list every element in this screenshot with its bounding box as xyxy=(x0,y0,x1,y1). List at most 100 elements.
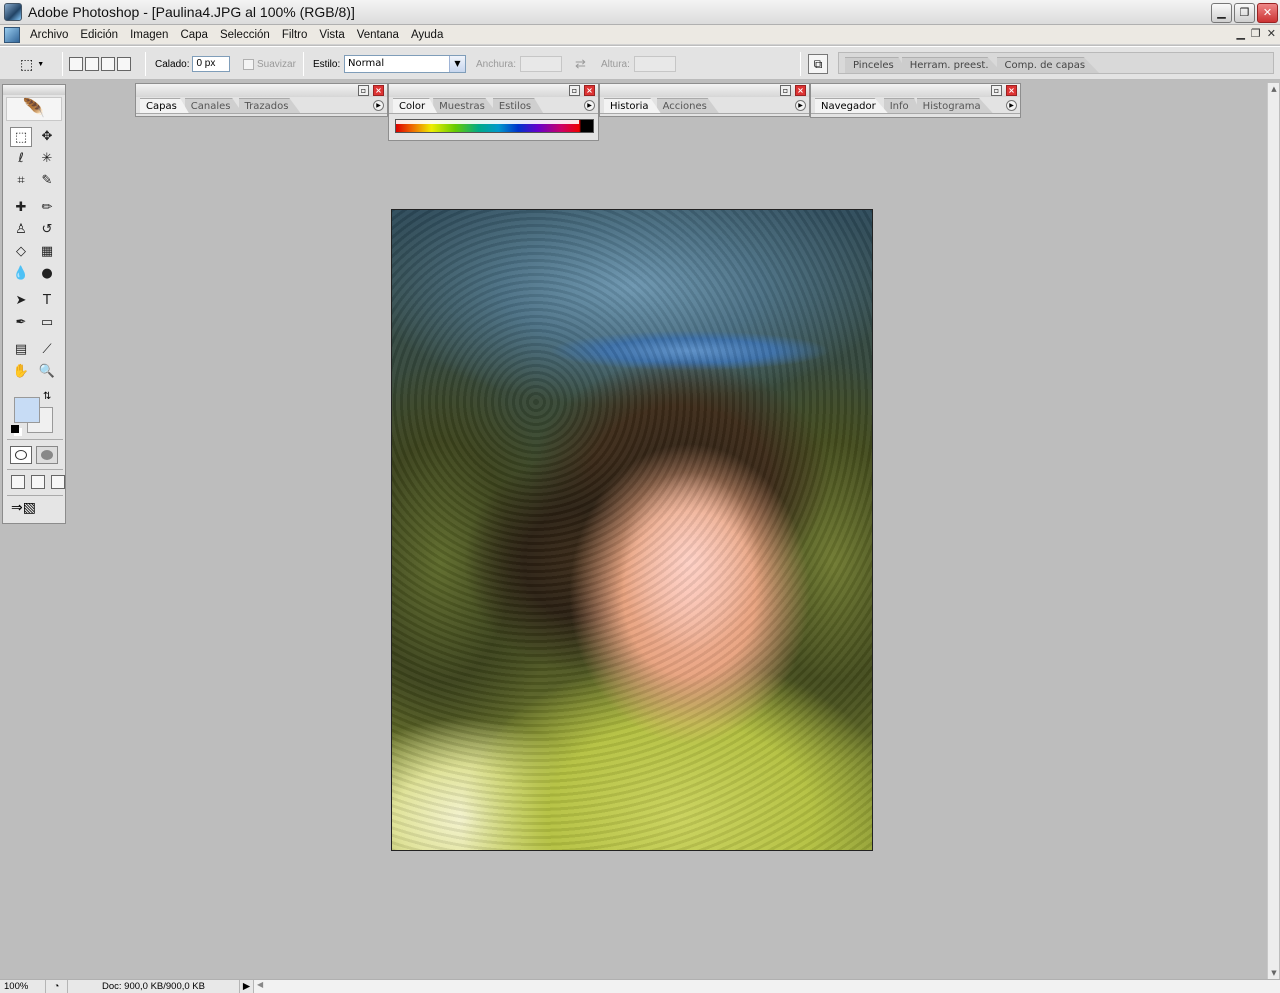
palette-header[interactable]: ▫ × xyxy=(389,84,598,97)
clone-stamp-tool-icon[interactable]: ♙ xyxy=(10,220,32,240)
close-button[interactable]: ✕ xyxy=(1257,3,1278,23)
tab-acciones[interactable]: Acciones xyxy=(656,98,719,113)
standard-screen-icon[interactable] xyxy=(11,475,25,489)
tab-navegador[interactable]: Navegador xyxy=(815,98,888,113)
document-canvas-image[interactable] xyxy=(391,209,873,851)
palette-close-icon[interactable]: × xyxy=(584,85,595,96)
subtract-selection-icon[interactable] xyxy=(101,57,115,71)
pen-tool-icon[interactable]: ✒ xyxy=(10,313,32,333)
scroll-left-icon[interactable]: ◀ xyxy=(257,980,263,989)
crop-tool-icon[interactable]: ⌗ xyxy=(10,171,32,191)
photoshop-app-icon[interactable] xyxy=(4,3,22,21)
quick-mask-icon[interactable] xyxy=(36,446,58,464)
toolbox-header[interactable] xyxy=(3,85,65,95)
restore-button[interactable]: ❐ xyxy=(1234,3,1255,23)
tab-capas[interactable]: Capas xyxy=(140,98,189,113)
tab-muestras[interactable]: Muestras xyxy=(433,98,497,113)
move-tool-icon[interactable]: ✥ xyxy=(36,127,58,147)
menu-edicion[interactable]: Edición xyxy=(74,29,124,41)
vertical-scrollbar[interactable]: ▲ ▼ xyxy=(1267,83,1279,979)
palette-close-icon[interactable]: × xyxy=(373,85,384,96)
tab-herram-preest[interactable]: Herram. preest. xyxy=(901,57,1003,73)
menu-ventana[interactable]: Ventana xyxy=(351,29,405,41)
menu-vista[interactable]: Vista xyxy=(313,29,350,41)
eraser-tool-icon[interactable]: ◇ xyxy=(10,242,32,262)
full-screen-icon[interactable] xyxy=(51,475,65,489)
marquee-tool-icon[interactable]: ⬚ xyxy=(10,127,32,147)
menu-seleccion[interactable]: Selección xyxy=(214,29,276,41)
menu-filtro[interactable]: Filtro xyxy=(276,29,314,41)
doc-restore-button[interactable]: ❐ xyxy=(1251,27,1261,40)
palette-menu-icon[interactable]: ▶ xyxy=(1006,100,1017,111)
status-options-button[interactable]: ◔ xyxy=(46,980,68,993)
palette-minimize-icon[interactable]: ▫ xyxy=(991,85,1002,96)
add-selection-icon[interactable] xyxy=(85,57,99,71)
style-select[interactable]: Normal ▼ xyxy=(344,55,466,73)
type-tool-icon[interactable]: T xyxy=(36,291,58,311)
feather-input[interactable]: 0 px xyxy=(192,56,231,72)
palette-minimize-icon[interactable]: ▫ xyxy=(358,85,369,96)
magic-wand-tool-icon[interactable]: ✳ xyxy=(36,149,58,169)
full-screen-menu-icon[interactable] xyxy=(31,475,45,489)
antialias-checkbox[interactable] xyxy=(243,58,254,70)
scroll-up-icon[interactable]: ▲ xyxy=(1268,83,1280,95)
minimize-button[interactable]: ▁ xyxy=(1211,3,1232,23)
intersect-selection-icon[interactable] xyxy=(117,57,131,71)
height-input[interactable] xyxy=(633,56,676,72)
palette-menu-icon[interactable]: ▶ xyxy=(795,100,806,111)
palette-header[interactable]: ▫ × xyxy=(136,84,387,97)
healing-brush-tool-icon[interactable]: ✚ xyxy=(10,198,32,218)
menu-capa[interactable]: Capa xyxy=(174,29,214,41)
tab-trazados[interactable]: Trazados xyxy=(238,98,301,113)
tool-preset-picker[interactable]: ⬚ ▼ xyxy=(20,47,44,81)
tab-comp-de-capas[interactable]: Comp. de capas xyxy=(996,57,1100,73)
swap-colors-icon[interactable]: ⇅ xyxy=(43,391,51,402)
palette-well-toggle[interactable]: ⧉ xyxy=(808,47,828,81)
imageready-jump-icon[interactable]: ⇒▧ xyxy=(11,500,36,516)
width-input[interactable] xyxy=(520,56,563,72)
palette-menu-icon[interactable]: ▶ xyxy=(584,100,595,111)
palette-close-icon[interactable]: × xyxy=(1006,85,1017,96)
palette-header[interactable]: ▫ × xyxy=(600,84,809,97)
zoom-field[interactable]: 100% xyxy=(0,980,46,993)
new-selection-icon[interactable] xyxy=(69,57,83,71)
horizontal-scrollbar[interactable]: ◀ xyxy=(254,980,1280,993)
foreground-color-swatch[interactable] xyxy=(14,397,40,423)
scroll-down-icon[interactable]: ▼ xyxy=(1268,967,1280,979)
lasso-tool-icon[interactable]: ℓ xyxy=(10,149,32,169)
tab-color[interactable]: Color xyxy=(393,98,438,113)
zoom-tool-icon[interactable]: 🔍 xyxy=(36,362,58,382)
status-menu-button[interactable]: ▶ xyxy=(240,980,254,993)
hand-tool-icon[interactable]: ✋ xyxy=(10,362,32,382)
slice-tool-icon[interactable]: ✎ xyxy=(36,171,58,191)
palette-minimize-icon[interactable]: ▫ xyxy=(569,85,580,96)
tab-canales[interactable]: Canales xyxy=(184,98,243,113)
standard-mode-icon[interactable] xyxy=(10,446,32,464)
gradient-tool-icon[interactable]: ▦ xyxy=(36,242,58,262)
history-brush-tool-icon[interactable]: ↺ xyxy=(36,220,58,240)
swap-button[interactable]: ⇄ xyxy=(575,47,586,81)
brush-tool-icon[interactable]: ✏ xyxy=(36,198,58,218)
palette-header[interactable]: ▫ × xyxy=(811,84,1020,97)
notes-tool-icon[interactable]: ▤ xyxy=(10,340,32,360)
tab-estilos[interactable]: Estilos xyxy=(492,98,544,113)
shape-tool-icon[interactable]: ▭ xyxy=(36,313,58,333)
menu-archivo[interactable]: Archivo xyxy=(24,29,74,41)
default-colors-icon[interactable] xyxy=(11,425,19,433)
tab-histograma[interactable]: Histograma xyxy=(916,98,993,113)
menu-imagen[interactable]: Imagen xyxy=(124,29,174,41)
path-selection-tool-icon[interactable]: ➤ xyxy=(10,291,32,311)
tab-info[interactable]: Info xyxy=(883,98,921,113)
palette-menu-icon[interactable]: ▶ xyxy=(373,100,384,111)
dodge-tool-icon[interactable]: ● xyxy=(36,264,58,284)
document-icon[interactable] xyxy=(4,26,20,43)
menu-ayuda[interactable]: Ayuda xyxy=(405,29,449,41)
tab-historia[interactable]: Historia xyxy=(604,98,661,113)
tab-pinceles[interactable]: Pinceles xyxy=(845,57,908,73)
doc-close-button[interactable]: ✕ xyxy=(1267,27,1276,40)
blur-tool-icon[interactable]: 💧 xyxy=(10,264,32,284)
eyedropper-tool-icon[interactable]: ⟋ xyxy=(36,340,58,360)
color-ramp[interactable] xyxy=(395,119,594,133)
adobe-feather-icon[interactable]: 🪶 xyxy=(6,97,62,121)
palette-close-icon[interactable]: × xyxy=(795,85,806,96)
